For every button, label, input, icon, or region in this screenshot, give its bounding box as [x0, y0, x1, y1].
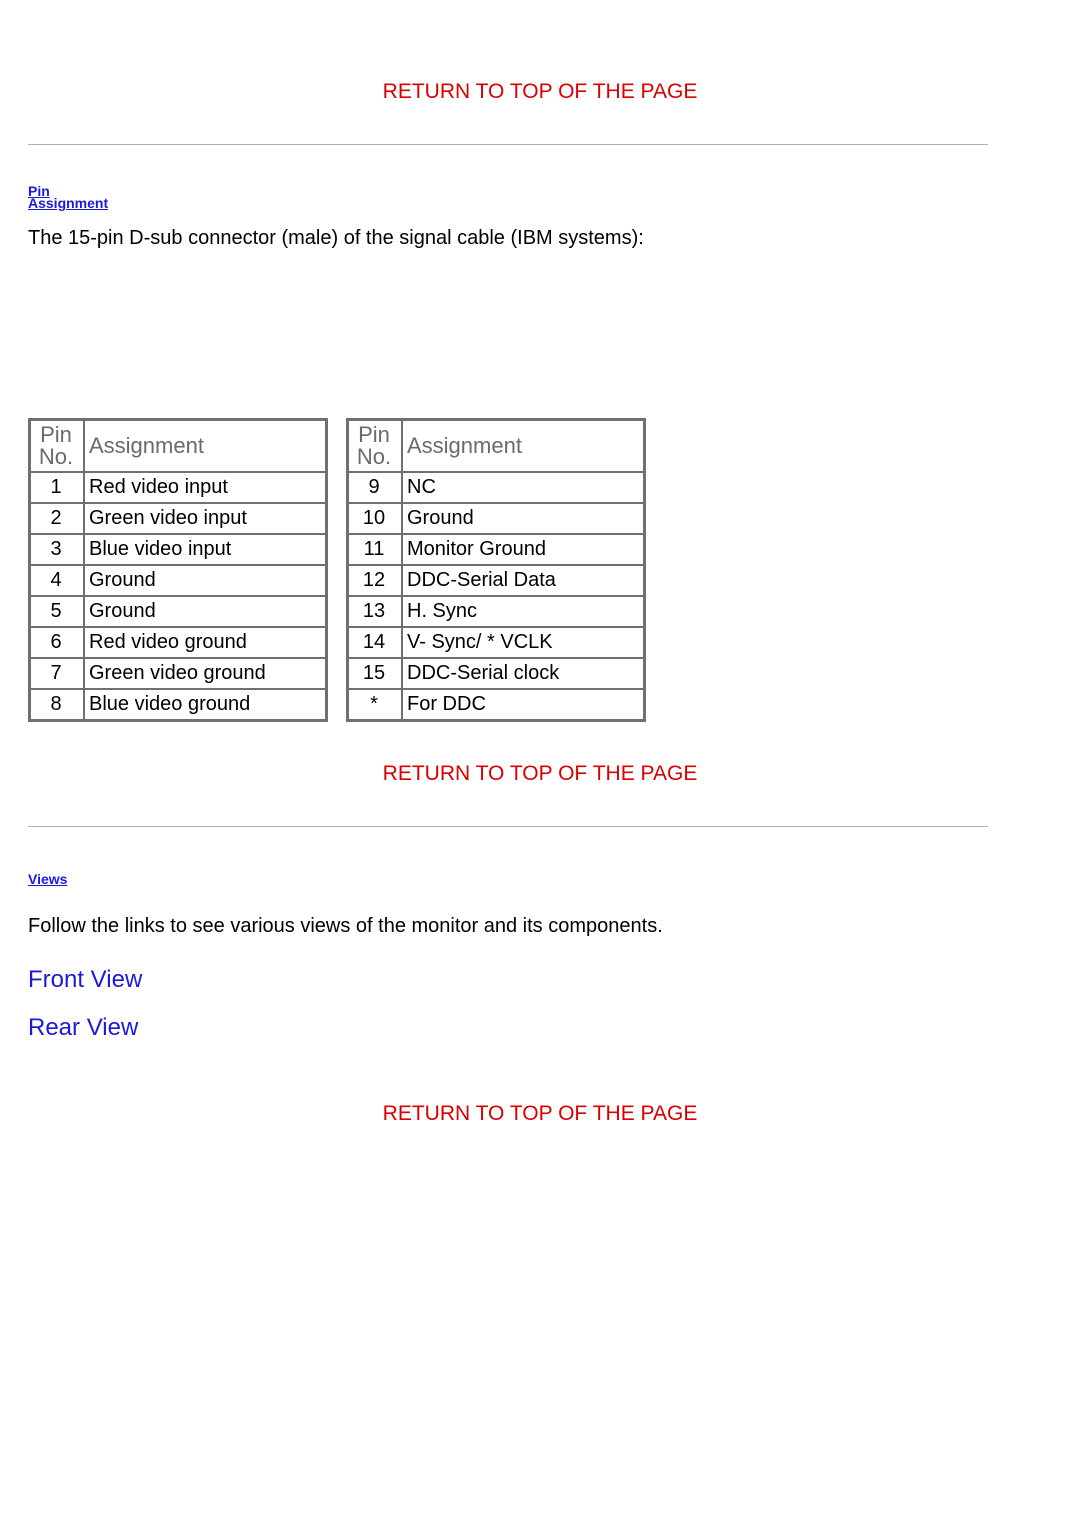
pin-intro-text: The 15-pin D-sub connector (male) of the…	[28, 227, 1052, 250]
return-to-top-link[interactable]: RETURN TO TOP OF THE PAGE	[28, 762, 1052, 786]
table-row: 2Green video input	[30, 503, 327, 534]
table-row: 12DDC-Serial Data	[348, 565, 645, 596]
table-row: 5Ground	[30, 596, 327, 627]
table-row: 14V- Sync/ * VCLK	[348, 627, 645, 658]
col-header-assignment: Assignment	[402, 420, 645, 473]
col-header-pin-no: Pin No.	[30, 420, 85, 473]
table-row: 13H. Sync	[348, 596, 645, 627]
col-header-pin-no: Pin No.	[348, 420, 403, 473]
front-view-link[interactable]: Front View	[28, 966, 1052, 994]
table-row: 15DDC-Serial clock	[348, 658, 645, 689]
table-row: 11Monitor Ground	[348, 534, 645, 565]
connector-image-placeholder	[28, 278, 1052, 418]
table-row: 10Ground	[348, 503, 645, 534]
table-row: 6Red video ground	[30, 627, 327, 658]
table-row: 1Red video input	[30, 472, 327, 503]
pin-tables: Pin No. Assignment 1Red video input 2Gre…	[28, 418, 1052, 722]
views-intro-text: Follow the links to see various views of…	[28, 915, 1052, 938]
divider	[28, 826, 988, 827]
rear-view-link[interactable]: Rear View	[28, 1014, 1052, 1042]
divider	[28, 144, 988, 145]
table-row: *For DDC	[348, 689, 645, 721]
pin-assignment-anchor[interactable]: Pin Assignment	[28, 185, 50, 207]
table-row: 9NC	[348, 472, 645, 503]
views-anchor[interactable]: Views	[28, 873, 50, 895]
col-header-assignment: Assignment	[84, 420, 327, 473]
return-to-top-link[interactable]: RETURN TO TOP OF THE PAGE	[28, 80, 1052, 104]
table-row: 4Ground	[30, 565, 327, 596]
table-row: 8Blue video ground	[30, 689, 327, 721]
table-row: 7Green video ground	[30, 658, 327, 689]
return-to-top-link[interactable]: RETURN TO TOP OF THE PAGE	[28, 1102, 1052, 1126]
pin-table-right: Pin No. Assignment 9NC 10Ground 11Monito…	[346, 418, 646, 722]
pin-table-left: Pin No. Assignment 1Red video input 2Gre…	[28, 418, 328, 722]
table-row: 3Blue video input	[30, 534, 327, 565]
